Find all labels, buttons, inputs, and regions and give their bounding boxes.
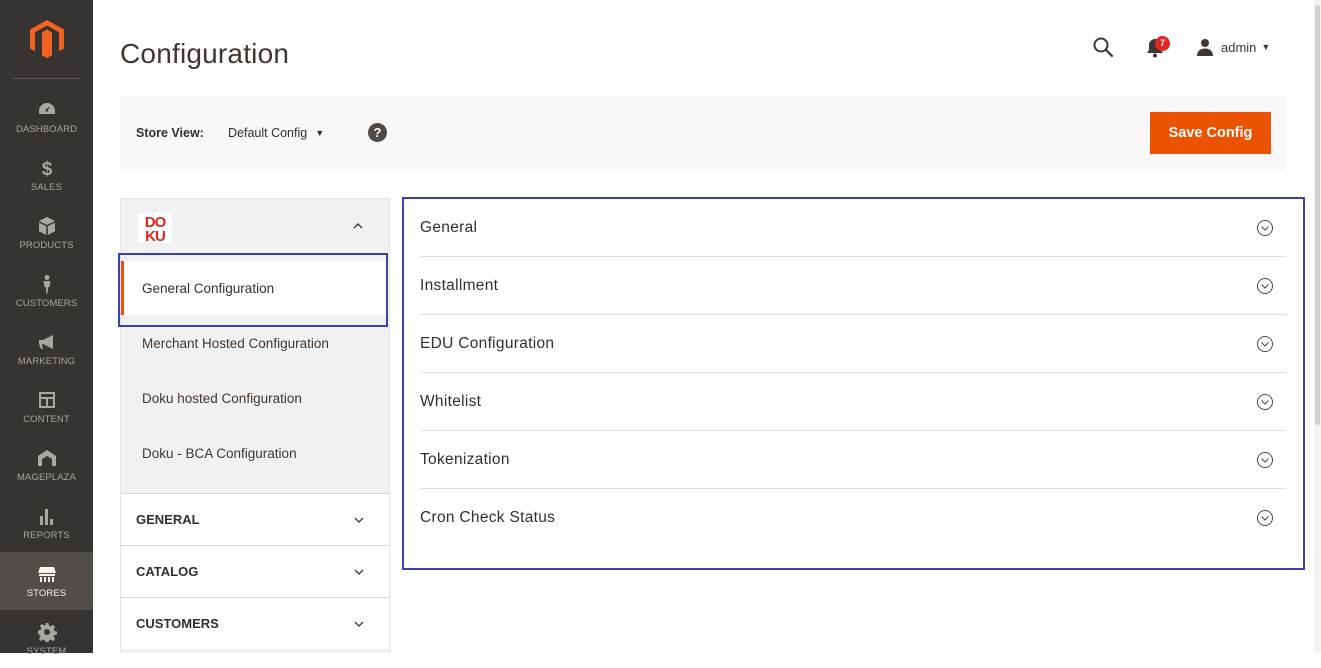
expand-circle-icon — [1257, 336, 1273, 352]
doku-tab-header[interactable]: DO KU — [121, 199, 389, 257]
magento-logo-icon — [29, 20, 64, 58]
magento-logo[interactable] — [0, 0, 93, 78]
nav-label: SYSTEM — [26, 646, 67, 657]
config-sections-panel: General Installment EDU Configuration Wh… — [402, 197, 1305, 570]
page-title: Configuration — [120, 38, 290, 69]
nav-item-reports[interactable]: REPORTS — [0, 494, 93, 552]
nav-item-content[interactable]: CONTENT — [0, 378, 93, 436]
person-icon — [36, 273, 58, 295]
tab-merchant-hosted-configuration[interactable]: Merchant Hosted Configuration — [121, 316, 389, 370]
nav-label: REPORTS — [23, 530, 70, 541]
caret-down-icon: ▼ — [1261, 42, 1271, 52]
save-config-button[interactable]: Save Config — [1150, 112, 1271, 154]
expand-circle-icon — [1257, 510, 1273, 526]
section-title: EDU Configuration — [420, 334, 555, 352]
nav-label: SALES — [30, 182, 63, 193]
search-icon — [1093, 37, 1114, 58]
section-label: CATALOG — [136, 564, 199, 579]
expand-circle-icon — [1257, 278, 1273, 294]
svg-text:$: $ — [41, 159, 52, 178]
section-general[interactable]: General — [420, 199, 1286, 257]
dollar-icon: $ — [36, 157, 58, 179]
store-icon — [36, 563, 58, 585]
section-label: CUSTOMERS — [136, 616, 219, 631]
expand-circle-icon — [1257, 394, 1273, 410]
nav-item-mageplaza[interactable]: MAGEPLAZA — [0, 436, 93, 494]
user-menu[interactable]: admin ▼ — [1196, 38, 1270, 56]
nav-item-products[interactable]: PRODUCTS — [0, 204, 93, 262]
admin-nav: DASHBOARD $ SALES PRODUCTS CUSTOMERS MAR… — [0, 0, 93, 657]
tab-section-customers[interactable]: CUSTOMERS — [121, 597, 389, 649]
notifications-button[interactable]: 7 — [1144, 36, 1174, 58]
expand-circle-icon — [1257, 452, 1273, 468]
nav-label: PRODUCTS — [19, 240, 74, 251]
section-edu-configuration[interactable]: EDU Configuration — [420, 315, 1286, 373]
nav-label: CUSTOMERS — [15, 298, 78, 309]
page-scrollbar[interactable] — [1314, 0, 1321, 653]
chevron-down-icon — [354, 517, 364, 523]
section-title: Tokenization — [420, 450, 510, 468]
nav-item-marketing[interactable]: MARKETING — [0, 320, 93, 378]
chevron-up-icon — [353, 223, 363, 229]
chevron-down-icon — [354, 621, 364, 627]
tab-section-general[interactable]: GENERAL — [121, 493, 389, 545]
section-title: Cron Check Status — [420, 509, 556, 526]
gear-icon — [36, 621, 58, 643]
bar-chart-icon — [36, 505, 58, 527]
help-icon[interactable]: ? — [368, 123, 387, 142]
tab-doku-hosted-configuration[interactable]: Doku hosted Configuration — [121, 371, 389, 425]
nav-label: STORES — [26, 588, 67, 599]
nav-item-system[interactable]: SYSTEM — [0, 610, 93, 668]
section-label: GENERAL — [136, 512, 200, 527]
section-installment[interactable]: Installment — [420, 257, 1286, 315]
layout-icon — [36, 389, 58, 411]
section-title: General — [420, 218, 478, 236]
notification-badge: 7 — [1155, 36, 1170, 51]
store-view-bar: Store View: Default Config ▼ ? Save Conf… — [120, 96, 1286, 170]
box-icon — [36, 215, 58, 237]
tab-general-configuration[interactable]: General Configuration — [121, 261, 389, 315]
expand-circle-icon — [1257, 220, 1273, 236]
search-button[interactable] — [1092, 36, 1114, 58]
user-icon — [1197, 39, 1213, 56]
nav-label: CONTENT — [23, 414, 70, 425]
nav-label: MAGEPLAZA — [17, 472, 76, 483]
chevron-down-icon — [354, 569, 364, 575]
tab-section-catalog[interactable]: CATALOG — [121, 545, 389, 597]
doku-logo-icon: DO KU — [145, 214, 168, 245]
svg-text:KU: KU — [145, 228, 165, 243]
section-title: Whitelist — [420, 392, 482, 410]
scrollbar-thumb[interactable] — [1315, 5, 1320, 425]
mageplaza-icon — [36, 447, 58, 469]
store-view-value: Default Config — [228, 126, 308, 140]
caret-down-icon: ▼ — [315, 128, 325, 138]
store-view-switcher[interactable]: Default Config ▼ — [228, 126, 324, 140]
user-name: admin — [1221, 39, 1257, 55]
dashboard-icon — [36, 99, 58, 121]
nav-item-customers[interactable]: CUSTOMERS — [0, 262, 93, 320]
nav-item-sales[interactable]: $ SALES — [0, 146, 93, 204]
section-tokenization[interactable]: Tokenization — [420, 431, 1286, 489]
nav-item-dashboard[interactable]: DASHBOARD — [0, 88, 93, 146]
section-whitelist[interactable]: Whitelist — [420, 373, 1286, 431]
section-title: Installment — [420, 276, 499, 294]
nav-label: DASHBOARD — [15, 124, 78, 135]
section-cron-check-status[interactable]: Cron Check Status — [420, 489, 1286, 547]
config-tabs: DO KU General Configuration Merchant Hos… — [120, 198, 390, 653]
tab-doku-bca-configuration[interactable]: Doku - BCA Configuration — [121, 426, 389, 480]
nav-separator — [12, 78, 81, 79]
store-view-label: Store View: — [136, 126, 204, 140]
nav-item-stores[interactable]: STORES — [0, 552, 93, 610]
nav-label: MARKETING — [17, 356, 76, 367]
doku-logo: DO KU — [138, 213, 172, 245]
megaphone-icon — [36, 331, 58, 353]
